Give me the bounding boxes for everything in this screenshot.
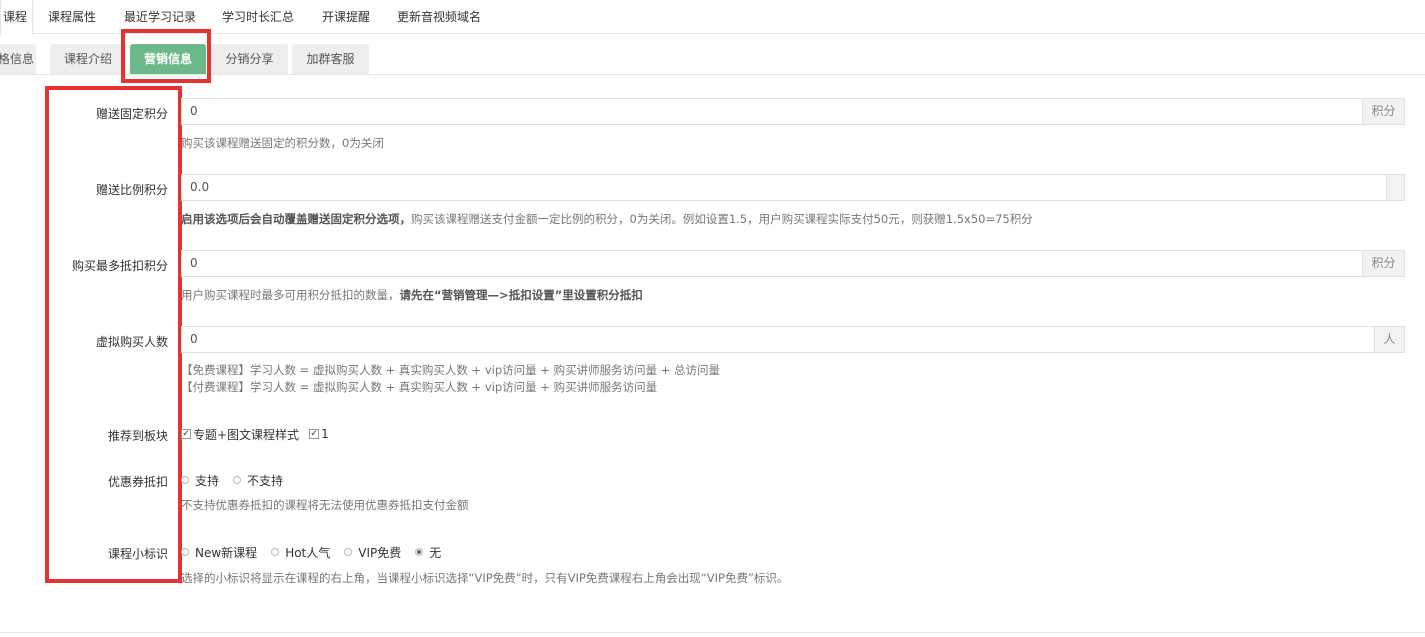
tab-course-attributes[interactable]: 课程属性 [48,0,96,34]
bottom-divider [0,632,1425,633]
recommend-options: ✓ 专题+图文课程样式 ✓ 1 [181,426,343,442]
coupon-not-support-label: 不支持 [247,473,284,488]
coupon-options: 支持 不支持 [181,472,297,488]
subtab-distribution-share[interactable]: 分销分享 [211,44,288,74]
fixed-points-input[interactable]: 0 积分 [181,98,1405,125]
ratio-points-input[interactable]: 0.0 [181,174,1405,201]
badge-radio-new[interactable] [181,548,189,556]
help-fixed-points: 购买该课程赠送固定的积分数，0为关闭 [181,136,384,150]
subtab-spec-info[interactable]: 格信息 [0,44,36,74]
tab-study-time-summary[interactable]: 学习时长汇总 [222,0,294,34]
top-tab-bar: 课程 课程属性 最近学习记录 学习时长汇总 开课提醒 更新音视频域名 [0,0,1425,35]
label-ratio-points: 赠送比例积分 [95,183,168,197]
help-virtual-buyers-free: 【免费课程】学习人数 = 虚拟购买人数 + 真实购买人数 + vip访问量 + … [181,363,721,377]
recommend-option-1-label: 专题+图文课程样式 [193,427,300,442]
recommend-checkbox-1[interactable]: ✓ [181,429,191,439]
tab-update-av-domain[interactable]: 更新音视频域名 [397,0,481,34]
badge-radio-none[interactable] [415,548,424,556]
badge-none-label: 无 [429,545,442,560]
help-badge: 选择的小标识将显示在课程的右上角，当课程小标识选择“VIP免费”时，只有VIP免… [181,571,789,585]
virtual-buyers-value: 0 [190,332,198,346]
sub-tab-bar: 格信息 课程介绍 营销信息 分销分享 加群客服 [0,44,1425,75]
subtab-course-intro[interactable]: 课程介绍 [50,44,126,74]
badge-vip-free-label: VIP免费 [358,545,402,560]
label-badge: 课程小标识 [107,547,168,561]
label-fixed-points: 赠送固定积分 [95,107,168,121]
help-ratio-points-bold: 启用该选项后会自动覆盖赠送固定积分选项， [181,212,411,226]
badge-new-label: New新课程 [195,545,258,560]
label-coupon: 优惠券抵扣 [107,475,168,489]
coupon-radio-support[interactable] [181,476,189,484]
max-deduct-value: 0 [190,256,198,270]
help-max-deduct: 用户购买课程时最多可用积分抵扣的数量，请先在“营销管理—>抵扣设置”里设置积分抵… [181,287,643,303]
highlight-box-tab [121,29,211,83]
help-coupon: 不支持优惠券抵扣的课程将无法使用优惠券抵扣支付金额 [181,498,469,512]
tab-class-reminder[interactable]: 开课提醒 [322,0,370,34]
max-deduct-unit: 积分 [1362,251,1404,276]
help-virtual-buyers-paid: 【付费课程】学习人数 = 虚拟购买人数 + 真实购买人数 + vip访问量 + … [181,380,658,394]
label-virtual-buyers: 虚拟购买人数 [95,335,168,349]
help-ratio-points-text: 购买该课程赠送支付金额一定比例的积分，0为关闭。例如设置1.5，用户购买课程实际… [411,212,1033,226]
recommend-checkbox-2[interactable]: ✓ [309,429,320,439]
fixed-points-value: 0 [190,104,198,118]
recommend-option-2-label: 1 [321,427,329,441]
coupon-support-label: 支持 [195,473,220,488]
badge-hot-label: Hot人气 [285,545,331,560]
coupon-radio-not-support[interactable] [233,476,242,484]
fixed-points-unit: 积分 [1362,99,1404,124]
virtual-buyers-input[interactable]: 0 人 [181,326,1405,353]
subtab-group-service[interactable]: 加群客服 [292,44,369,74]
badge-radio-vip-free[interactable] [344,548,353,556]
label-max-deduct: 购买最多抵扣积分 [71,259,168,273]
tab-course[interactable]: 课程 [0,0,33,35]
virtual-buyers-unit: 人 [1374,327,1404,352]
help-max-deduct-bold: 请先在“营销管理—>抵扣设置”里设置积分抵扣 [399,288,643,302]
badge-options: New新课程 Hot人气 VIP免费 无 [181,544,455,560]
ratio-points-value: 0.0 [190,180,210,194]
help-max-deduct-text: 用户购买课程时最多可用积分抵扣的数量， [181,288,400,302]
max-deduct-input[interactable]: 0 积分 [181,250,1405,277]
help-ratio-points: 启用该选项后会自动覆盖赠送固定积分选项，购买该课程赠送支付金额一定比例的积分，0… [181,211,1033,227]
ratio-points-addon [1386,175,1404,200]
badge-radio-hot[interactable] [271,548,280,556]
label-recommend: 推荐到板块 [107,429,168,443]
